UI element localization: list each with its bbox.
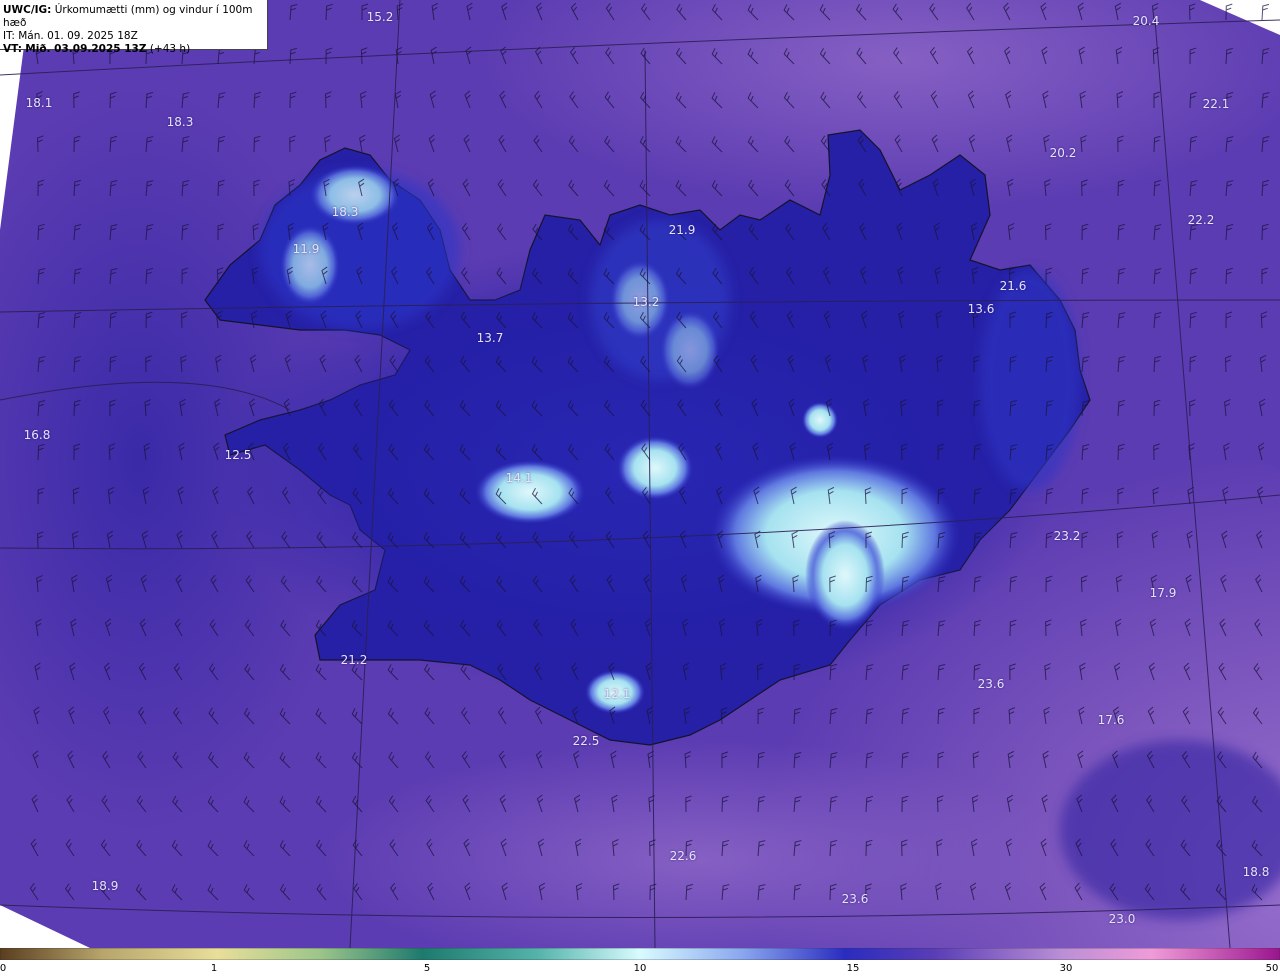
map-value-label: 18.8	[1242, 865, 1270, 879]
map-value-label: 15.2	[366, 10, 394, 24]
map-value-label: 22.5	[572, 734, 600, 748]
map-value-label: 14.1	[505, 471, 533, 485]
map-value-label: 20.4	[1132, 14, 1160, 28]
map-value-label: 21.6	[999, 279, 1027, 293]
it-value: Mán. 01. 09. 2025 18Z	[18, 30, 138, 42]
map-value-label: 23.2	[1053, 529, 1081, 543]
map-value-label: 13.6	[967, 302, 995, 316]
map-value-label: 11.9	[292, 242, 320, 256]
precipitable-water-map[interactable]: 15.2 20.4 18.1 18.3 22.1 20.2 18.3 22.2 21.9 11.9…	[0, 0, 1280, 948]
colorbar-tick-label: 10	[633, 963, 647, 974]
map-value-label: 16.8	[23, 428, 51, 442]
colorbar-tick-label: 15	[846, 963, 860, 974]
map-value-label: 18.3	[166, 115, 194, 129]
colorbar-tick-label: 5	[423, 963, 431, 974]
map-canvas	[0, 0, 1280, 948]
colorbar: 0 1 5 10 15 30 50	[0, 948, 1280, 978]
vt-value: Mið. 03.09.2025 13Z	[25, 43, 147, 55]
info-line-valid-time: VT: Mið. 03.09.2025 13Z (+43 h)	[3, 43, 264, 56]
map-value-label: 22.1	[1202, 97, 1230, 111]
colorbar-tick-label: 1	[210, 963, 218, 974]
map-value-label: 22.6	[669, 849, 697, 863]
vt-label: VT:	[3, 43, 22, 55]
colorbar-tick-label: 50	[1265, 963, 1279, 974]
map-value-label: 21.9	[668, 223, 696, 237]
map-value-label: 13.2	[632, 295, 660, 309]
map-value-label: 13.7	[476, 331, 504, 345]
vt-lead: (+43 h)	[149, 43, 191, 55]
map-value-label: 18.1	[25, 96, 53, 110]
map-value-label: 18.9	[91, 879, 119, 893]
map-value-label: 22.2	[1187, 213, 1215, 227]
map-value-label: 17.6	[1097, 713, 1125, 727]
info-line-initial-time: IT: Mán. 01. 09. 2025 18Z	[3, 30, 264, 43]
map-value-label: 20.2	[1049, 146, 1077, 160]
product-code: UWC/IG:	[3, 4, 52, 16]
map-value-label: 18.3	[331, 205, 359, 219]
info-line-title: UWC/IG: Úrkomumætti (mm) og vindur í 100…	[3, 4, 264, 30]
colorbar-tick-label: 0	[0, 963, 7, 974]
forecast-info-box: UWC/IG: Úrkomumætti (mm) og vindur í 100…	[0, 0, 268, 55]
map-value-label: 17.9	[1149, 586, 1177, 600]
map-value-label: 21.2	[340, 653, 368, 667]
map-value-label: 23.6	[841, 892, 869, 906]
it-label: IT:	[3, 30, 15, 42]
map-value-label: 12.5	[224, 448, 252, 462]
colorbar-gradient	[0, 948, 1280, 960]
map-value-label: 12.1	[603, 687, 631, 701]
colorbar-tick-label: 30	[1059, 963, 1073, 974]
map-value-label: 23.0	[1108, 912, 1136, 926]
map-value-label: 23.6	[977, 677, 1005, 691]
